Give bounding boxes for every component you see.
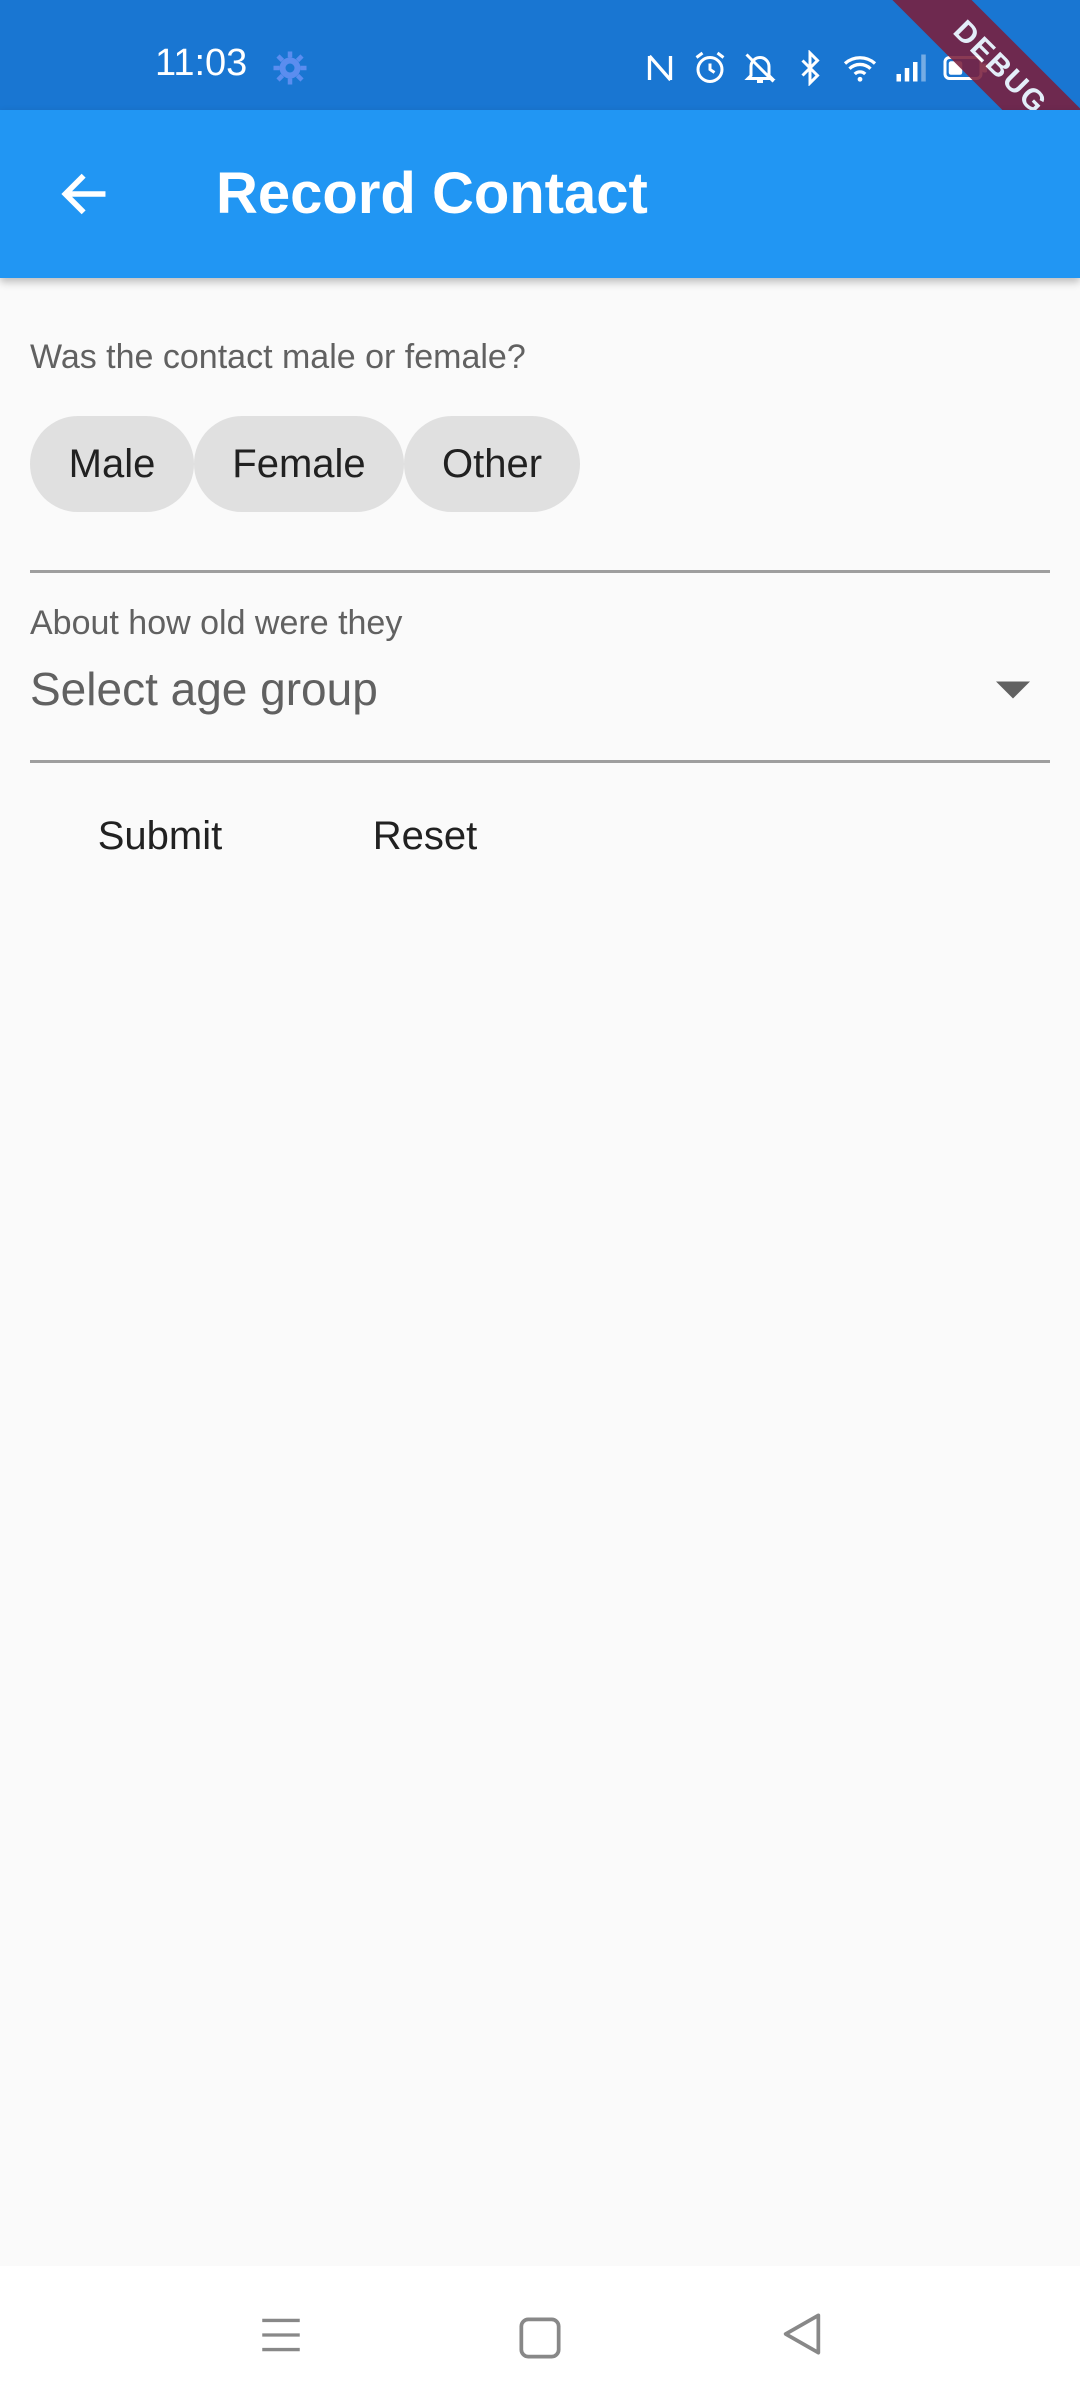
bell-off-icon [744, 53, 776, 83]
nfc-icon [647, 54, 673, 82]
bluetooth-icon [801, 50, 820, 86]
dropdown-underline [30, 760, 1050, 763]
alarm-icon [695, 51, 725, 83]
settings-icon [273, 51, 307, 85]
gender-chip-group: Male Female Other [30, 416, 580, 512]
system-nav-bar [0, 2266, 1080, 2400]
chip-other[interactable]: Other [404, 416, 580, 512]
chip-male[interactable]: Male [30, 416, 194, 512]
app-bar: Record Contact [0, 110, 1080, 278]
wifi-icon [843, 56, 877, 82]
recent-apps-icon[interactable] [256, 2310, 306, 2360]
dropdown-arrow-icon [996, 681, 1030, 699]
signal-icon [896, 54, 926, 82]
status-time: 11:03 [155, 42, 248, 84]
status-icons [642, 48, 990, 88]
back-button[interactable] [40, 150, 128, 238]
divider [30, 570, 1050, 573]
age-group-dropdown[interactable]: Select age group [30, 650, 1050, 730]
age-group-label: About how old were they [30, 604, 403, 642]
page-title: Record Contact [216, 161, 648, 226]
chip-female[interactable]: Female [194, 416, 404, 512]
reset-button[interactable]: Reset [330, 800, 520, 872]
age-group-placeholder: Select age group [30, 663, 378, 715]
nav-back-icon[interactable] [774, 2306, 830, 2362]
screen: 11:03 DEBUG Record Contact Was the conta… [0, 0, 1080, 2400]
submit-button[interactable]: Submit [60, 800, 260, 872]
arrow-back-icon [61, 173, 106, 215]
home-icon[interactable] [512, 2310, 568, 2366]
gender-question-label: Was the contact male or female? [30, 338, 526, 376]
